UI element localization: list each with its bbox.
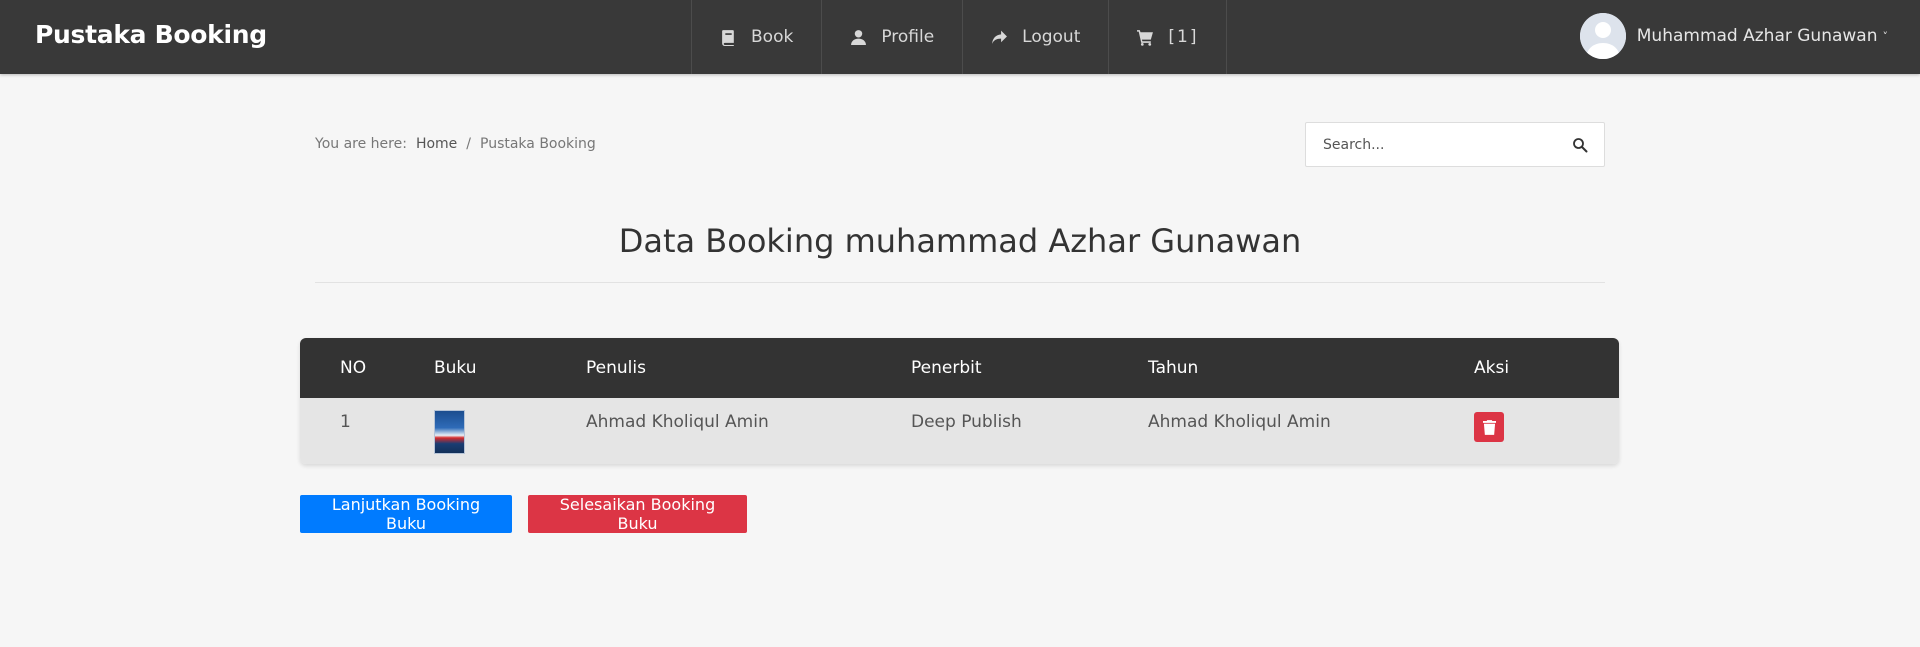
cell-tahun: Ahmad Kholiqul Amin <box>1148 412 1331 432</box>
breadcrumb-separator: / <box>466 136 471 152</box>
page-title: Data Booking muhammad Azhar Gunawan <box>618 222 1302 260</box>
column-header-buku: Buku <box>434 358 477 378</box>
trash-icon <box>1482 419 1496 435</box>
cell-aksi <box>1474 398 1619 464</box>
breadcrumb: You are here: Home / Pustaka Booking <box>315 136 596 152</box>
navbar: Pustaka Booking Book Profile Logout [1] … <box>0 0 1920 74</box>
nav-item-logout[interactable]: Logout <box>963 0 1110 74</box>
cart-icon <box>1137 29 1154 46</box>
table-header-row: NO Buku Penulis Penerbit Tahun Aksi <box>300 338 1619 398</box>
cell-penulis: Ahmad Kholiqul Amin <box>586 412 769 432</box>
book-icon <box>722 29 734 46</box>
search-icon[interactable] <box>1572 137 1588 153</box>
user-icon <box>851 29 867 45</box>
title-divider <box>315 282 1605 283</box>
breadcrumb-prefix: You are here: <box>315 136 407 152</box>
column-header-no: NO <box>340 358 367 378</box>
avatar-placeholder-icon <box>1579 13 1626 59</box>
continue-booking-button[interactable]: Lanjutkan Booking Buku <box>300 495 512 533</box>
finish-booking-button[interactable]: Selesaikan Booking Buku <box>528 495 747 533</box>
chevron-down-icon: ˅ <box>1882 29 1889 43</box>
table-row: 1 Ahmad Kholiqul Amin Deep Publish Ahmad… <box>300 398 1619 464</box>
user-name: Muhammad Azhar Gunawan <box>1636 26 1878 46</box>
avatar <box>1579 13 1626 59</box>
nav-item-book-label: Book <box>751 27 794 47</box>
cell-buku <box>434 398 586 464</box>
column-header-tahun: Tahun <box>1148 358 1199 378</box>
search-input[interactable] <box>1323 135 1563 155</box>
breadcrumb-item-home[interactable]: Home <box>416 136 457 152</box>
nav-item-logout-label: Logout <box>1022 27 1081 47</box>
nav-menu: Book Profile Logout [1] <box>691 0 1228 74</box>
user-menu[interactable]: Muhammad Azhar Gunawan ˅ <box>1579 13 1889 59</box>
book-cover-image <box>434 410 465 454</box>
nav-item-book[interactable]: Book <box>692 0 823 74</box>
nav-item-cart[interactable]: [1] <box>1109 0 1228 74</box>
column-header-penulis: Penulis <box>586 358 646 378</box>
brand-logo[interactable]: Pustaka Booking <box>35 20 267 49</box>
nav-item-profile[interactable]: Profile <box>822 0 964 74</box>
cell-penerbit: Deep Publish <box>911 412 1022 432</box>
column-header-aksi: Aksi <box>1474 358 1510 378</box>
booking-table: NO Buku Penulis Penerbit Tahun Aksi 1 Ah… <box>300 338 1619 464</box>
cart-count: [1] <box>1168 27 1199 47</box>
search-box <box>1305 122 1605 167</box>
breadcrumb-item-current: Pustaka Booking <box>480 136 596 152</box>
cell-no: 1 <box>340 412 351 432</box>
nav-item-profile-label: Profile <box>881 27 935 47</box>
share-icon <box>992 30 1008 44</box>
delete-button[interactable] <box>1474 412 1504 442</box>
column-header-penerbit: Penerbit <box>911 358 982 378</box>
